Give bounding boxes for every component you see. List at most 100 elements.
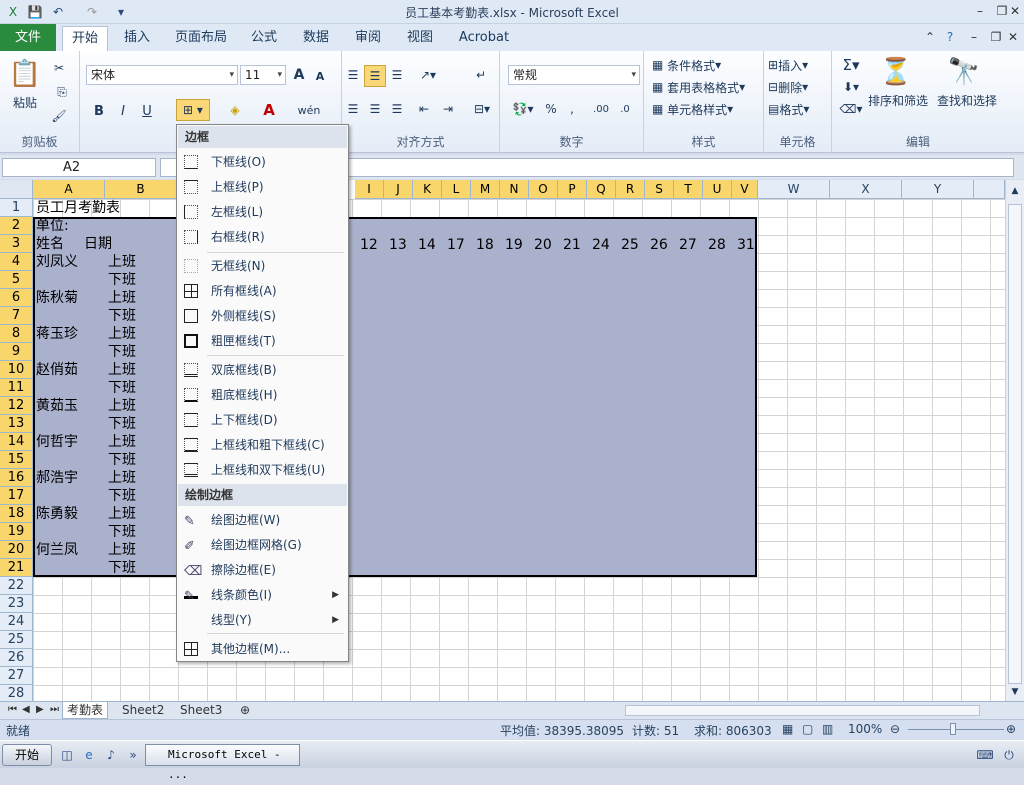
paste-button[interactable]: 粘贴 <box>8 93 42 111</box>
row-header[interactable]: 5 <box>0 271 33 289</box>
sheet-tab-attendance[interactable]: 考勤表 <box>62 702 109 719</box>
tab-data[interactable]: 数据 <box>296 26 336 51</box>
media-icon[interactable]: ♪ <box>102 746 120 764</box>
cut-icon[interactable]: ✂ <box>50 59 68 77</box>
align-top-icon[interactable]: ☰ <box>344 65 362 85</box>
day-cell[interactable]: 31 <box>737 236 755 254</box>
column-header[interactable]: K <box>413 180 442 199</box>
tab-page-layout[interactable]: 页面布局 <box>170 26 232 51</box>
currency-icon[interactable]: 💱▾ <box>508 99 538 119</box>
start-button[interactable]: 开始 <box>2 744 52 766</box>
vertical-scroll-thumb[interactable] <box>1008 204 1022 684</box>
employee-name-cell[interactable]: 陈秋菊 <box>36 289 78 307</box>
day-cell[interactable]: 14 <box>418 236 436 254</box>
row-header[interactable]: 19 <box>0 523 33 541</box>
day-cell[interactable]: 21 <box>563 236 581 254</box>
day-cell[interactable]: 12 <box>360 236 378 254</box>
menu-item-no-border[interactable]: 无框线(N) <box>178 254 347 278</box>
vertical-scrollbar[interactable]: ▲ ▼ <box>1005 180 1024 701</box>
quicklaunch-icon[interactable]: ◫ <box>58 746 76 764</box>
shift-cell[interactable]: 上班 <box>108 433 136 451</box>
employee-name-cell[interactable]: 黄茹玉 <box>36 397 78 415</box>
paste-icon[interactable]: 📋 <box>8 57 42 91</box>
unit-cell[interactable]: 单位: <box>36 217 69 235</box>
shift-cell[interactable]: 下班 <box>108 415 136 433</box>
row-header[interactable]: 2 <box>0 217 33 235</box>
menu-item-thick-box-border[interactable]: 粗匣框线(T) <box>178 329 347 353</box>
underline-icon[interactable]: U <box>136 101 158 121</box>
italic-icon[interactable]: I <box>114 101 132 121</box>
tab-view[interactable]: 视图 <box>400 26 440 51</box>
scroll-down-icon[interactable]: ▼ <box>1008 685 1022 699</box>
column-header[interactable]: P <box>558 180 587 199</box>
tab-review[interactable]: 审阅 <box>348 26 388 51</box>
column-header[interactable]: X <box>830 180 902 199</box>
row-header[interactable]: 17 <box>0 487 33 505</box>
sheet-tab-sheet2[interactable]: Sheet2 <box>118 702 168 719</box>
day-cell[interactable]: 20 <box>534 236 552 254</box>
shift-cell[interactable]: 下班 <box>108 271 136 289</box>
shift-cell[interactable]: 下班 <box>108 559 136 577</box>
select-all-corner[interactable] <box>0 180 33 199</box>
employee-name-cell[interactable]: 蒋玉珍 <box>36 325 78 343</box>
menu-item-right-border[interactable]: 右框线(R) <box>178 225 347 249</box>
shift-cell[interactable]: 下班 <box>108 451 136 469</box>
tab-acrobat[interactable]: Acrobat <box>452 26 516 51</box>
column-header[interactable]: V <box>732 180 758 199</box>
column-header[interactable]: Y <box>902 180 974 199</box>
row-header[interactable]: 20 <box>0 541 33 559</box>
decrease-indent-icon[interactable]: ⇤ <box>414 99 434 119</box>
horizontal-scroll-thumb[interactable] <box>625 705 980 716</box>
day-cell[interactable]: 25 <box>621 236 639 254</box>
name-header-cell[interactable]: 姓名 <box>36 235 64 253</box>
menu-item-top-bottom-border[interactable]: 上下框线(D) <box>178 408 347 432</box>
row-header[interactable]: 8 <box>0 325 33 343</box>
sheet-title-cell[interactable]: 员工月考勤表 <box>36 199 120 217</box>
fill-color-icon[interactable]: ◈ <box>220 99 250 121</box>
day-cell[interactable]: 26 <box>650 236 668 254</box>
merge-center-icon[interactable]: ⊟▾ <box>468 99 496 119</box>
close-icon[interactable]: ✕ <box>1006 2 1024 20</box>
column-header[interactable]: N <box>500 180 529 199</box>
shift-cell[interactable]: 上班 <box>108 361 136 379</box>
increase-indent-icon[interactable]: ⇥ <box>438 99 458 119</box>
copy-icon[interactable]: ⎘ <box>50 83 74 101</box>
row-header[interactable]: 12 <box>0 397 33 415</box>
align-middle-icon[interactable]: ☰ <box>364 65 386 87</box>
increase-decimal-icon[interactable]: .00 <box>590 99 612 119</box>
menu-item-thick-bottom-border[interactable]: 粗底框线(H) <box>178 383 347 407</box>
day-cell[interactable]: 28 <box>708 236 726 254</box>
tab-insert[interactable]: 插入 <box>114 26 160 51</box>
borders-button[interactable]: ⊞ ▾ <box>176 99 210 121</box>
shift-cell[interactable]: 上班 <box>108 325 136 343</box>
row-header[interactable]: 18 <box>0 505 33 523</box>
shift-cell[interactable]: 上班 <box>108 289 136 307</box>
column-header[interactable]: L <box>442 180 471 199</box>
row-header[interactable]: 14 <box>0 433 33 451</box>
shift-cell[interactable]: 下班 <box>108 523 136 541</box>
phonetic-icon[interactable]: wén <box>294 99 324 121</box>
row-header[interactable]: 10 <box>0 361 33 379</box>
zoom-slider-track[interactable] <box>908 729 1004 730</box>
menu-item-top-thick-bottom-border[interactable]: 上框线和粗下框线(C) <box>178 433 347 457</box>
autosum-icon[interactable]: Σ▾ <box>838 55 864 75</box>
delete-cells-button[interactable]: ⊟ 删除 ▾ <box>768 77 830 97</box>
menu-item-erase-border[interactable]: ⌫ 擦除边框(E) <box>178 558 347 582</box>
align-bottom-icon[interactable]: ☰ <box>388 65 406 85</box>
menu-item-bottom-border[interactable]: 下框线(O) <box>178 150 347 174</box>
column-header[interactable]: A <box>33 180 105 199</box>
employee-name-cell[interactable]: 陈勇毅 <box>36 505 78 523</box>
row-header[interactable]: 13 <box>0 415 33 433</box>
page-layout-view-icon[interactable]: ▢ <box>802 722 813 736</box>
menu-item-draw-border[interactable]: ✎ 绘图边框(W) <box>178 508 347 532</box>
day-cell[interactable]: 27 <box>679 236 697 254</box>
column-header[interactable]: I <box>355 180 384 199</box>
sort-filter-button[interactable]: 排序和筛选 <box>866 91 930 109</box>
menu-item-top-double-bottom-border[interactable]: 上框线和双下框线(U) <box>178 458 347 482</box>
doc-minimize-icon[interactable]: – <box>962 28 986 46</box>
employee-name-cell[interactable]: 刘凤义 <box>36 253 78 271</box>
conditional-format-button[interactable]: ▦ 条件格式 ▾ <box>652 55 760 75</box>
ie-icon[interactable]: e <box>80 746 98 764</box>
day-cell[interactable]: 24 <box>592 236 610 254</box>
column-header[interactable]: S <box>645 180 674 199</box>
